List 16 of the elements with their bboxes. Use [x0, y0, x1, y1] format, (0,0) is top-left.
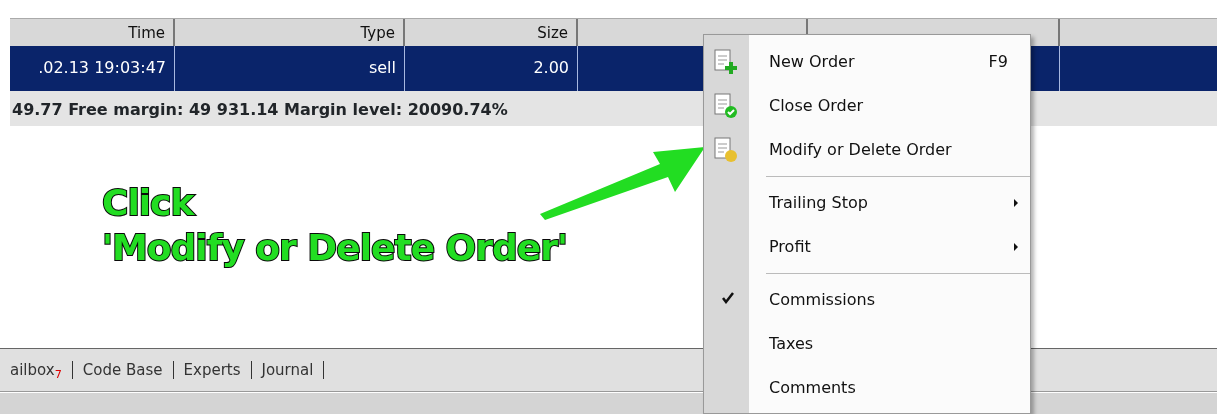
close-order-icon [712, 92, 739, 120]
menu-item[interactable]: Commissions [704, 278, 1030, 322]
menu-item[interactable]: Trailing Stop [704, 181, 1030, 225]
modify-order-icon [712, 136, 739, 164]
menu-item[interactable]: Taxes [704, 322, 1030, 366]
menu-item[interactable]: Comments [704, 366, 1030, 410]
tab[interactable]: Journal [251, 361, 325, 379]
tab[interactable]: Experts [173, 361, 252, 379]
shortcut-text: F9 [988, 51, 1008, 73]
tab[interactable]: Code Base [72, 361, 174, 379]
tab[interactable]: ailbox$_{7}$ [0, 361, 73, 379]
menu-item[interactable]: Profit [704, 225, 1030, 269]
annotation-text: 'Modify or Delete Order' [102, 226, 567, 270]
menu-item[interactable]: Modify or Delete Order [704, 128, 1030, 172]
new-order-icon [712, 48, 739, 76]
annotation-text: Click [102, 181, 194, 225]
